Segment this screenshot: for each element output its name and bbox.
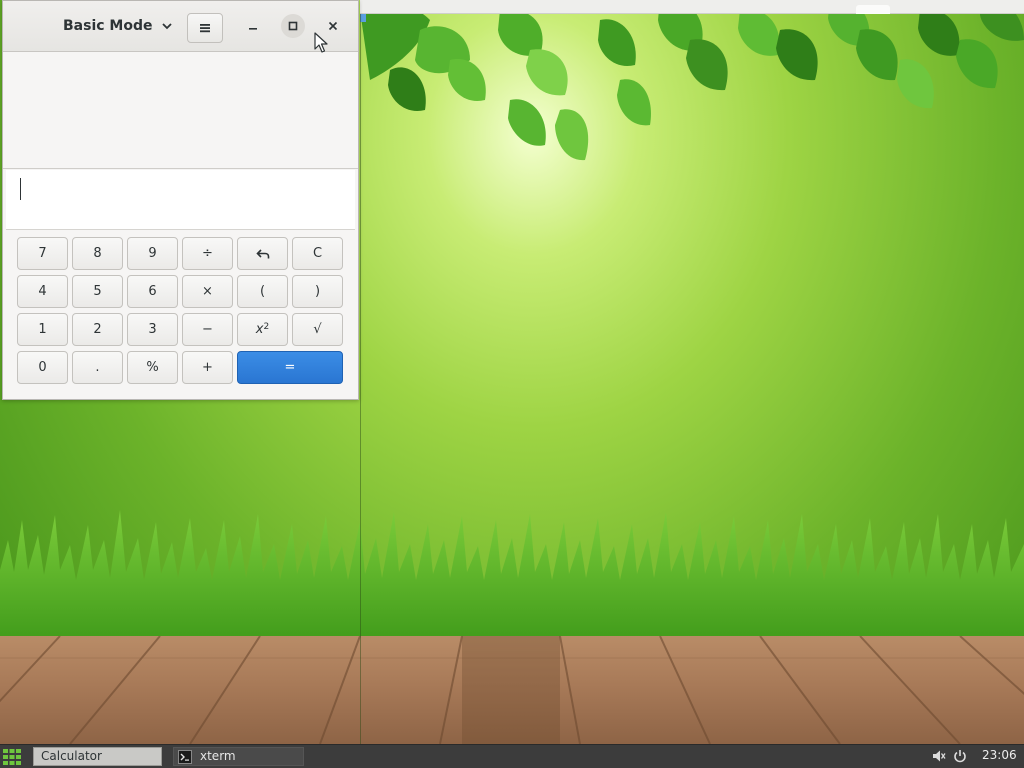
wooden-deck-decoration [0, 636, 1024, 744]
key-sqrt[interactable]: √ [292, 313, 343, 346]
key-3[interactable]: 3 [127, 313, 178, 346]
key-5[interactable]: 5 [72, 275, 123, 308]
background-window-tab [856, 5, 890, 14]
key-multiply[interactable]: × [182, 275, 233, 308]
key-equals[interactable]: = [237, 351, 343, 384]
key-2[interactable]: 2 [72, 313, 123, 346]
hamburger-menu-button[interactable] [187, 13, 223, 43]
key-4[interactable]: 4 [17, 275, 68, 308]
power-icon[interactable] [953, 749, 967, 763]
key-divide[interactable]: ÷ [182, 237, 233, 270]
keypad: 7 8 9 ÷ C 4 5 6 × ( ) 1 2 3 − x2 √ 0 . %… [17, 237, 347, 389]
maximize-icon [288, 21, 298, 31]
undo-icon [255, 248, 269, 258]
mode-selector-button[interactable]: Basic Mode [55, 11, 181, 41]
chevron-down-icon [161, 23, 172, 30]
key-9[interactable]: 9 [127, 237, 178, 270]
close-icon [328, 21, 338, 31]
key-close-paren[interactable]: ) [292, 275, 343, 308]
key-decimal[interactable]: . [72, 351, 123, 384]
maximize-button[interactable] [281, 14, 305, 38]
key-8[interactable]: 8 [72, 237, 123, 270]
taskbar-item-label: xterm [200, 749, 236, 763]
key-open-paren[interactable]: ( [237, 275, 288, 308]
window-divider-line [360, 14, 361, 744]
grass-decoration [0, 510, 1024, 645]
taskbar-item-label: Calculator [41, 749, 102, 763]
leaves-decoration [360, 0, 1024, 161]
calculator-titlebar[interactable]: Basic Mode [3, 1, 358, 52]
taskbar-clock[interactable]: 23:06 [982, 748, 1017, 762]
text-caret [20, 178, 21, 200]
menu-icon [200, 24, 210, 33]
key-add[interactable]: + [182, 351, 233, 384]
minimize-icon [249, 28, 257, 30]
volume-muted-icon[interactable] [932, 749, 946, 763]
key-0[interactable]: 0 [17, 351, 68, 384]
key-square[interactable]: x2 [237, 313, 288, 346]
key-clear[interactable]: C [292, 237, 343, 270]
key-undo[interactable] [237, 237, 288, 270]
history-panel [3, 53, 358, 169]
taskbar: Calculator xterm 23:06 [0, 744, 1024, 768]
minimize-button[interactable] [241, 14, 265, 38]
square-base: x [255, 322, 264, 337]
key-1[interactable]: 1 [17, 313, 68, 346]
key-subtract[interactable]: − [182, 313, 233, 346]
calculator-window: Basic Mode 7 8 9 ÷ C 4 5 6 × () 1 2 3 −… [2, 0, 359, 400]
terminal-icon [178, 749, 192, 764]
key-6[interactable]: 6 [127, 275, 178, 308]
square-exponent: 2 [263, 321, 270, 332]
mouse-pointer-icon [314, 32, 328, 53]
key-percent[interactable]: % [127, 351, 178, 384]
expression-entry[interactable] [6, 170, 355, 230]
taskbar-item-calculator[interactable]: Calculator [33, 747, 162, 766]
mode-label: Basic Mode [63, 18, 153, 34]
key-7[interactable]: 7 [17, 237, 68, 270]
app-menu-icon[interactable] [2, 748, 22, 766]
background-window-strip [360, 0, 1024, 22]
taskbar-item-xterm[interactable]: xterm [173, 747, 304, 766]
